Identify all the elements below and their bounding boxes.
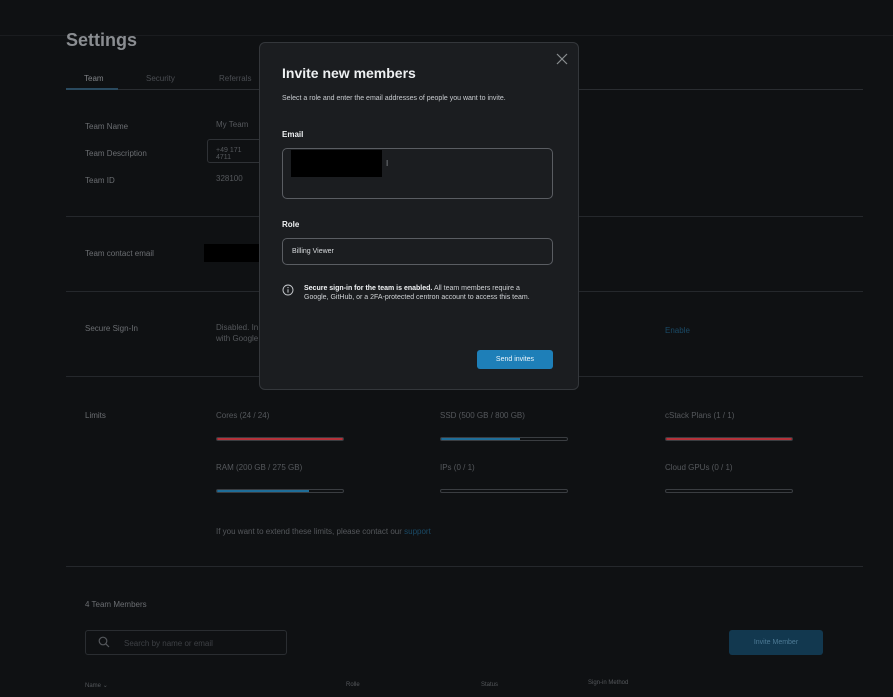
limit-fill-cstack-plans: [666, 438, 792, 440]
modal-description: Select a role and enter the email addres…: [282, 95, 506, 102]
invite-members-modal: Invite new members Select a role and ent…: [259, 42, 579, 390]
limit-bar-cores: [216, 437, 344, 441]
team-name-label: Team Name: [85, 122, 129, 131]
tab-security[interactable]: Security: [146, 74, 175, 83]
member-search-field[interactable]: [85, 630, 287, 655]
team-description-label: Team Description: [85, 149, 147, 158]
column-header-role: Rolle: [346, 682, 360, 688]
limit-fill-ram: [217, 490, 309, 492]
team-id-value: 328100: [216, 174, 243, 183]
limit-label-cstack-plans: cStack Plans (1 / 1): [665, 411, 735, 420]
section-divider: [66, 566, 863, 567]
enable-secure-signin-link[interactable]: Enable: [665, 326, 690, 335]
limit-bar-ssd: [440, 437, 568, 441]
chevron-down-icon: ⌄: [102, 683, 108, 689]
search-icon: [98, 636, 110, 648]
limit-bar-cloud-gpus: [665, 489, 793, 493]
invite-member-button[interactable]: Invite Member: [729, 630, 823, 655]
limit-fill-ssd: [441, 438, 520, 440]
active-tab-indicator: [66, 88, 118, 90]
team-description-input[interactable]: +49 171 4711: [207, 139, 267, 163]
role-select[interactable]: Billing Viewer: [282, 238, 553, 265]
team-contact-email-label: Team contact email: [85, 249, 154, 258]
limit-label-ram: RAM (200 GB / 275 GB): [216, 463, 303, 472]
limit-bar-ips: [440, 489, 568, 493]
close-icon[interactable]: [556, 53, 568, 65]
modal-title: Invite new members: [282, 65, 416, 81]
limit-label-cloud-gpus: Cloud GPUs (0 / 1): [665, 463, 733, 472]
send-invites-button[interactable]: Send invites: [477, 350, 553, 369]
limit-label-ssd: SSD (500 GB / 800 GB): [440, 411, 525, 420]
tab-team[interactable]: Team: [84, 74, 104, 83]
extend-limits-message: If you want to extend these limits, plea…: [216, 527, 402, 536]
limits-label: Limits: [85, 411, 106, 420]
email-input[interactable]: I: [282, 148, 553, 199]
support-link[interactable]: support: [404, 527, 431, 536]
text-cursor: I: [386, 159, 389, 168]
tab-referrals[interactable]: Referrals: [219, 74, 251, 83]
limit-label-cores: Cores (24 / 24): [216, 411, 270, 420]
secure-signin-notice: Secure sign-in for the team is enabled. …: [304, 284, 536, 302]
column-header-status: Status: [481, 682, 499, 688]
team-name-value: My Team: [216, 120, 249, 129]
team-id-label: Team ID: [85, 176, 115, 185]
limit-bar-cstack-plans: [665, 437, 793, 441]
page-title: Settings: [66, 30, 138, 50]
member-search-input[interactable]: [124, 635, 274, 651]
role-label: Role: [282, 220, 300, 229]
info-icon: [282, 284, 294, 296]
redacted-contact-email: [204, 244, 260, 262]
secure-signin-status-line2: with Google: [216, 334, 259, 343]
column-header-signin-method: Sign-in Method: [588, 680, 629, 686]
column-header-name[interactable]: Name ⌄: [85, 682, 108, 689]
secure-signin-label: Secure Sign-In: [85, 324, 138, 333]
team-members-count: 4 Team Members: [85, 600, 147, 609]
secure-signin-notice-bold: Secure sign-in for the team is enabled.: [304, 285, 433, 292]
limit-bar-ram: [216, 489, 344, 493]
extend-limits-text: If you want to extend these limits, plea…: [216, 527, 431, 536]
email-label: Email: [282, 130, 304, 139]
column-header-name-label: Name: [85, 683, 102, 689]
limit-fill-cores: [217, 438, 343, 440]
redacted-email: [291, 150, 382, 177]
secure-signin-status: Disabled. In: [216, 323, 259, 332]
limit-label-ips: IPs (0 / 1): [440, 463, 475, 472]
